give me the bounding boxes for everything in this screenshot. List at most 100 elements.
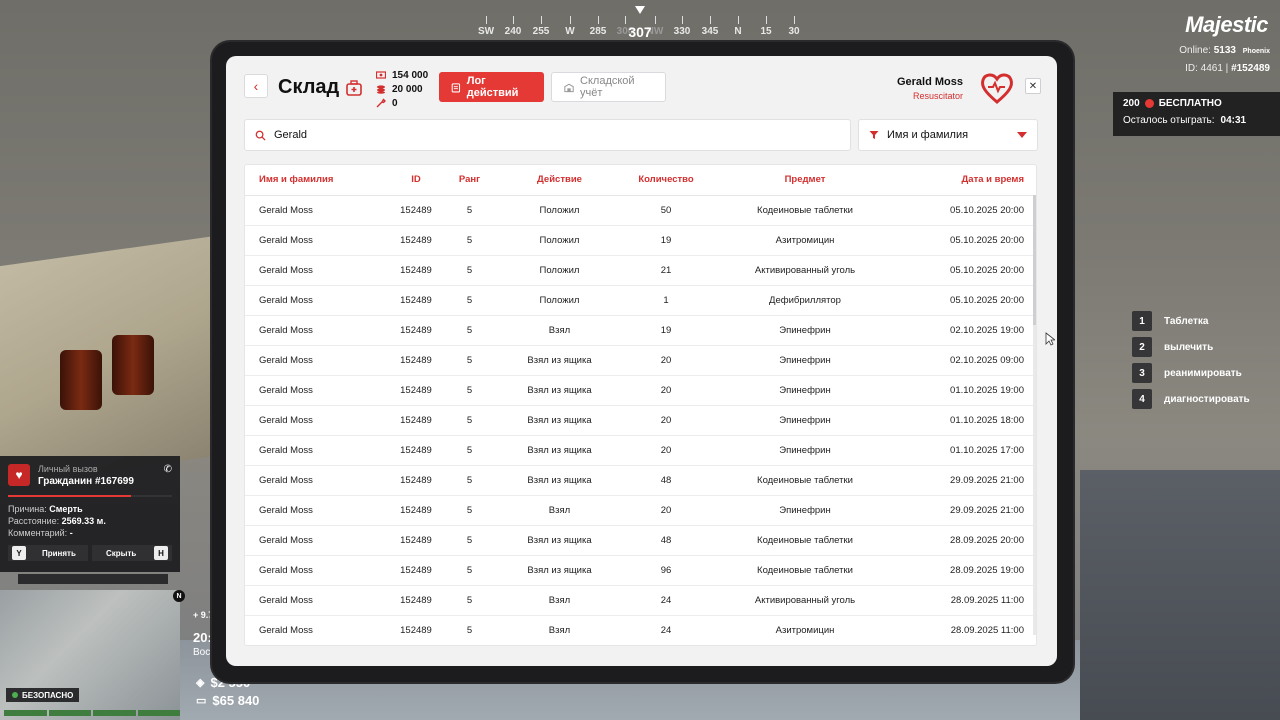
table-cell: Gerald Moss — [245, 405, 385, 436]
table-cell: Положил — [492, 285, 627, 316]
tab-warehouse-accounting[interactable]: Складской учёт — [551, 72, 666, 102]
search-box[interactable] — [244, 119, 851, 151]
table-cell: Взял — [492, 615, 627, 645]
compass-mark: SW — [477, 26, 495, 37]
table-row[interactable]: Gerald Moss 152489 5 Положил 50 Кодеиновые та… — [245, 195, 1036, 226]
table-cell: 48 — [627, 525, 705, 556]
table-cell: 19 — [627, 315, 705, 346]
search-input[interactable] — [274, 129, 834, 141]
call-timer-bar — [8, 495, 172, 497]
table-cell: 05.10.2025 20:00 — [905, 255, 1036, 286]
table-cell: 05.10.2025 20:00 — [905, 195, 1036, 226]
accept-call-button[interactable]: Y Принять — [8, 545, 88, 561]
table-cell: Активированный уголь — [705, 585, 905, 616]
table-cell: Эпинефрин — [705, 315, 905, 346]
phone-icon: ✆ — [163, 464, 172, 475]
table-row[interactable]: Gerald Moss 152489 5 Взял 24 Азитромицин 28.09… — [245, 615, 1036, 645]
table-header: Имя и фамилия ID Ранг Действие Количеств… — [245, 165, 1036, 196]
filter-dropdown[interactable]: Имя и фамилия — [858, 119, 1038, 151]
table-cell: 48 — [627, 465, 705, 496]
table-cell: 01.10.2025 19:00 — [905, 375, 1036, 406]
table-cell: 5 — [447, 375, 492, 406]
table-row[interactable]: Gerald Moss 152489 5 Взял из ящика 20 Эпинефр… — [245, 375, 1036, 406]
table-cell: Gerald Moss — [245, 555, 385, 586]
table-cell: 152489 — [385, 435, 447, 466]
table-cell: 152489 — [385, 255, 447, 286]
cash-icon — [376, 71, 386, 79]
close-button[interactable]: ✕ — [1025, 78, 1041, 94]
table-row[interactable]: Gerald Moss 152489 5 Взял из ящика 48 Кодеино… — [245, 525, 1036, 556]
table-cell: 28.09.2025 19:00 — [905, 555, 1036, 586]
table-cell: 5 — [447, 495, 492, 526]
table-cell: 152489 — [385, 315, 447, 346]
tab-action-log[interactable]: Лог действий — [439, 72, 544, 102]
table-cell: Кодеиновые таблетки — [705, 465, 905, 496]
table-row[interactable]: Gerald Moss 152489 5 Взял из ящика 20 Эпинефр… — [245, 345, 1036, 376]
status-bars — [4, 710, 180, 716]
action-item[interactable]: 4 диагностировать — [1132, 389, 1250, 409]
compass-mark: 285 — [589, 26, 607, 37]
table-cell: 5 — [447, 345, 492, 376]
compass-mark: N — [734, 26, 742, 37]
table-row[interactable]: Gerald Moss 152489 5 Взял из ящика 48 Кодеино… — [245, 465, 1036, 496]
table-cell: 02.10.2025 09:00 — [905, 345, 1036, 376]
table-cell: 5 — [447, 225, 492, 256]
table-cell: Взял — [492, 315, 627, 346]
table-cell: Положил — [492, 255, 627, 286]
table-cell: 05.10.2025 20:00 — [905, 225, 1036, 256]
table-cell: Дефибриллятор — [705, 285, 905, 316]
table-row[interactable]: Gerald Moss 152489 5 Взял из ящика 20 Эпинефр… — [245, 435, 1036, 466]
table-row[interactable]: Gerald Moss 152489 5 Положил 19 Азитромицин 05… — [245, 225, 1036, 256]
table-cell: 152489 — [385, 345, 447, 376]
table-row[interactable]: Gerald Moss 152489 5 Взял из ящика 96 Кодеино… — [245, 555, 1036, 586]
table-row[interactable]: Gerald Moss 152489 5 Положил 1 Дефибриллятор 0… — [245, 285, 1036, 316]
table-cell: Взял — [492, 495, 627, 526]
online-counter: Online: 5133 Phoenix — [1179, 45, 1270, 56]
table-cell: 152489 — [385, 495, 447, 526]
table-row[interactable]: Gerald Moss 152489 5 Взял 24 Активированный у… — [245, 585, 1036, 616]
warehouse-icon — [564, 83, 574, 92]
action-item[interactable]: 2 вылечить — [1132, 337, 1250, 357]
chevron-down-icon — [1017, 132, 1027, 138]
promo-coin-icon — [1144, 99, 1154, 108]
table-scrollbar[interactable] — [1033, 195, 1036, 635]
table-cell: 05.10.2025 20:00 — [905, 285, 1036, 316]
user-info: Gerald Moss Resuscitator — [896, 76, 963, 101]
table-row[interactable]: Gerald Moss 152489 5 Положил 21 Активированны… — [245, 255, 1036, 286]
table-cell: 5 — [447, 285, 492, 316]
table-cell: Gerald Moss — [245, 465, 385, 496]
table-cell: Взял — [492, 585, 627, 616]
table-cell: Gerald Moss — [245, 375, 385, 406]
table-cell: 01.10.2025 18:00 — [905, 405, 1036, 436]
table-cell: 152489 — [385, 285, 447, 316]
table-cell: 28.09.2025 11:00 — [905, 585, 1036, 616]
bank-display: ▭ $65 840 — [196, 693, 260, 708]
table-cell: 20 — [627, 345, 705, 376]
action-item[interactable]: 1 Таблетка — [1132, 311, 1250, 331]
table-cell: Азитромицин — [705, 615, 905, 645]
table-cell: Взял из ящика — [492, 465, 627, 496]
back-button[interactable]: ‹ — [244, 74, 268, 98]
tablet-screen: ‹ Склад 154 000 20 000 0 Лог действий Ск… — [226, 56, 1057, 666]
table-row[interactable]: Gerald Moss 152489 5 Взял 19 Эпинефрин 02.10.2… — [245, 315, 1036, 346]
table-cell: Gerald Moss — [245, 225, 385, 256]
table-cell: 28.09.2025 11:00 — [905, 615, 1036, 645]
back-arrow-icon: ‹ — [253, 78, 259, 94]
table-cell: 152489 — [385, 465, 447, 496]
table-row[interactable]: Gerald Moss 152489 5 Взял из ящика 20 Эпинефр… — [245, 405, 1036, 436]
table-cell: 01.10.2025 17:00 — [905, 435, 1036, 466]
promo-banner: 200 БЕСПЛАТНО Осталось отыграть: 04:31 — [1113, 92, 1280, 136]
hide-call-button[interactable]: Скрыть H — [92, 545, 172, 561]
warehouse-stats: 154 000 20 000 0 — [376, 68, 428, 110]
table-cell: Gerald Moss — [245, 345, 385, 376]
action-item[interactable]: 3 реанимировать — [1132, 363, 1250, 383]
compass-mark: 330 — [673, 26, 691, 37]
search-icon — [255, 130, 266, 141]
background-cabinet — [1080, 470, 1280, 720]
table-cell: Эпинефрин — [705, 495, 905, 526]
safe-zone-badge: БЕЗОПАСНО — [6, 688, 80, 702]
table-row[interactable]: Gerald Moss 152489 5 Взял 20 Эпинефрин 29.09.2… — [245, 495, 1036, 526]
coins-icon — [377, 85, 385, 94]
table-cell: Взял из ящика — [492, 405, 627, 436]
table-cell: Gerald Moss — [245, 525, 385, 556]
